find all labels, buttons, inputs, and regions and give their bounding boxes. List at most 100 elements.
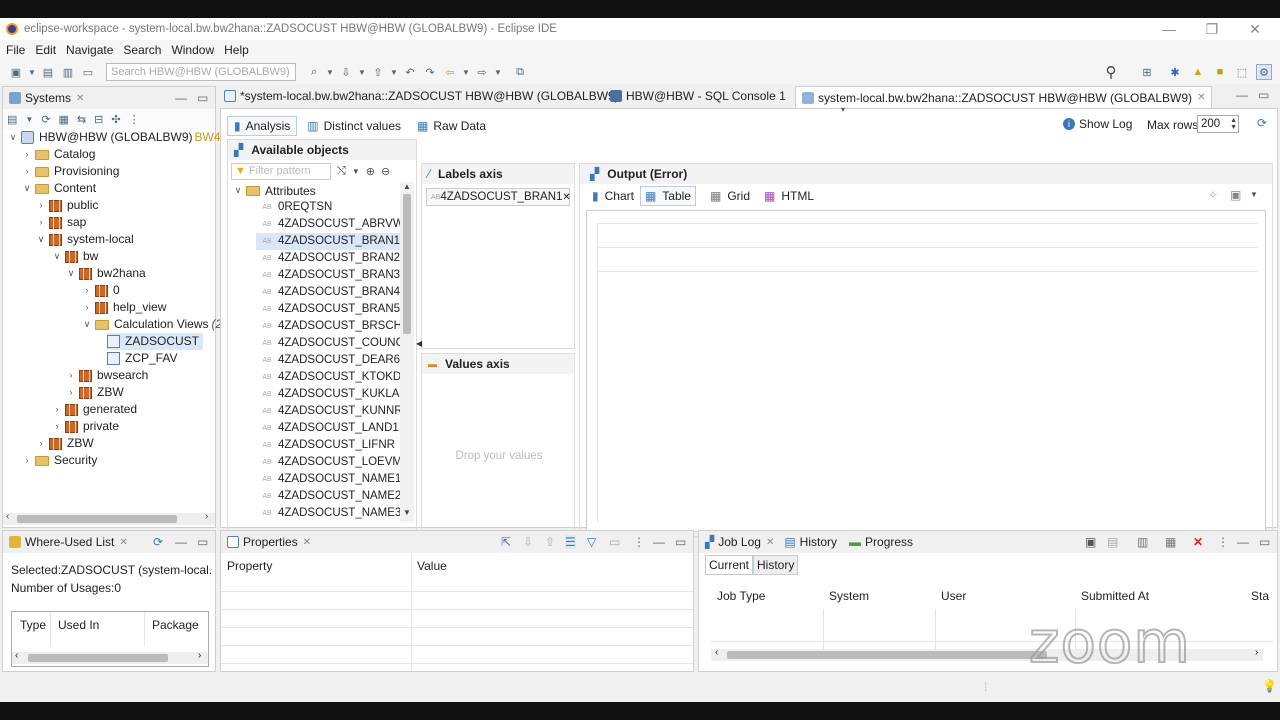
attribute-item[interactable]: AB 0REQTSN xyxy=(256,199,332,216)
col-submitted-at[interactable]: Submitted At xyxy=(1081,589,1149,603)
forward-edit-icon[interactable]: ↷ xyxy=(422,64,438,80)
close-icon[interactable]: ✕ xyxy=(766,537,774,548)
close-icon[interactable]: ✕ xyxy=(303,537,311,548)
col-job-type[interactable]: Job Type xyxy=(717,589,765,603)
col-used-in[interactable]: Used In xyxy=(58,618,99,632)
tree-node[interactable]: › generated xyxy=(51,401,138,418)
menu-edit[interactable]: Edit xyxy=(35,43,56,57)
col-package[interactable]: Package xyxy=(152,618,199,632)
properties-tab[interactable]: Properties ✕ ⇱ ⇩ ⇧ ☰ ▽ ▭ ⋮ — ▭ xyxy=(221,531,693,553)
filter-input[interactable]: ▼ Filter pattern xyxy=(231,162,331,180)
tree-node[interactable]: › private xyxy=(51,418,120,435)
attribute-item[interactable]: AB 4ZADSOCUST_KUNNR xyxy=(256,403,402,420)
minimize-icon[interactable]: — xyxy=(1154,18,1184,40)
refresh-icon[interactable]: ⟳ xyxy=(1257,116,1267,130)
scroll-right-icon[interactable]: › xyxy=(198,650,201,661)
scroll-right-icon[interactable]: › xyxy=(1255,647,1258,658)
tab-html[interactable]: ▦ HTML xyxy=(760,187,818,205)
labels-axis-chip[interactable]: AB 4ZADSOCUST_BRAN1 ✕ xyxy=(426,188,571,206)
remove-icon[interactable]: ✕ xyxy=(562,192,570,203)
attribute-item[interactable]: AB 4ZADSOCUST_DEAR6 xyxy=(256,352,400,369)
tab-raw-data[interactable]: ▦ Raw Data xyxy=(411,117,492,135)
forward-icon[interactable]: ⇨ xyxy=(474,64,490,80)
new-icon[interactable]: ▣ xyxy=(8,64,24,80)
editor-tab-active[interactable]: system-local.bw.bw2hana::ZADSOCUST HBW@H… xyxy=(795,86,1213,108)
attributes-group[interactable]: ∨ Attributes xyxy=(232,182,316,199)
sap-hana-icon[interactable]: ▲ xyxy=(1190,64,1206,80)
dropdown-icon[interactable]: ▼ xyxy=(358,64,366,80)
menu-window[interactable]: Window xyxy=(171,43,214,57)
dropdown-icon[interactable]: ▼ xyxy=(390,64,398,80)
refresh-icon[interactable]: ⟳ xyxy=(153,535,163,549)
pin-icon[interactable]: ✧ xyxy=(1208,188,1218,202)
minimize-icon[interactable]: — xyxy=(1237,535,1249,549)
scroll-left-icon[interactable]: ‹ xyxy=(15,650,18,661)
tree-node[interactable]: › 0 xyxy=(81,282,120,299)
tree-node[interactable]: › ZBW xyxy=(65,384,124,401)
filter-icon[interactable]: ▽ xyxy=(587,535,596,549)
tip-icon[interactable]: 💡 xyxy=(1262,679,1277,693)
tree-node[interactable]: › help_view xyxy=(81,299,167,316)
menu-file[interactable]: File xyxy=(6,43,25,57)
minimize-icon[interactable]: — xyxy=(653,535,665,549)
tree-node[interactable]: ∨ system-local xyxy=(35,231,134,248)
tree-node[interactable]: › Catalog xyxy=(21,146,96,163)
show-log-button[interactable]: i Show Log xyxy=(1063,117,1132,131)
up-icon[interactable]: ⇧ xyxy=(545,535,555,549)
subtab-history[interactable]: History xyxy=(753,555,799,575)
maximize-icon[interactable]: ▭ xyxy=(1259,535,1270,549)
restore-icon[interactable]: ❐ xyxy=(1197,18,1227,40)
pin-icon[interactable]: ⇱ xyxy=(501,535,511,549)
prev-annotation-icon[interactable]: ⇧ xyxy=(370,64,386,80)
dropdown-icon[interactable]: ▼ xyxy=(25,115,33,124)
tree-node[interactable]: ∨ bw2hana xyxy=(65,265,146,282)
where-used-tab[interactable]: Where-Used List ✕ ⟳ — ▭ xyxy=(3,531,215,553)
dropdown-icon[interactable]: ▼ xyxy=(494,64,502,80)
maximize-icon[interactable]: ▭ xyxy=(197,91,208,105)
attribute-item[interactable]: AB 4ZADSOCUST_NAME1 xyxy=(256,471,401,488)
scrollbar-thumb[interactable] xyxy=(403,194,411,334)
advanced-icon[interactable]: ▭ xyxy=(609,535,620,549)
next-annotation-icon[interactable]: ⇩ xyxy=(338,64,354,80)
close-icon[interactable]: ✕ xyxy=(1240,18,1270,40)
attribute-item[interactable]: AB 4ZADSOCUST_ABRVW xyxy=(256,216,403,233)
tree-node[interactable]: ∨ bw xyxy=(51,248,99,265)
settings-icon[interactable]: ✣ xyxy=(111,113,120,126)
dropdown-icon[interactable]: ▼ xyxy=(1250,190,1258,199)
systems-tab[interactable]: Systems ✕ — ▭ xyxy=(3,87,215,109)
collapse-all-icon[interactable]: ⊖ xyxy=(381,165,390,178)
tree-node[interactable]: › bwsearch xyxy=(65,367,149,384)
tree-node[interactable]: › sap xyxy=(35,214,87,231)
tree-node[interactable]: ∨ Content xyxy=(21,180,96,197)
add-system-icon[interactable]: ▤ xyxy=(7,113,17,126)
col-status[interactable]: Sta xyxy=(1251,589,1269,603)
link-icon[interactable]: ⇆ xyxy=(77,113,86,126)
clear-icon[interactable]: ▤ xyxy=(1107,535,1118,549)
view-menu-icon[interactable]: ⋮ xyxy=(1217,535,1229,549)
tree-node[interactable]: ∨ Calculation Views (2) xyxy=(81,316,226,333)
toolbar-search-input[interactable]: Search HBW@HBW (GLOBALBW9) xyxy=(106,63,296,81)
filter-icon[interactable]: ▦ xyxy=(59,113,69,126)
sort-icon[interactable]: ⤭ xyxy=(337,165,346,178)
editor-tab[interactable]: *system-local.bw.bw2hana::ZADSOCUST HBW@… xyxy=(224,89,619,103)
console-icon[interactable]: ▭ xyxy=(80,64,96,80)
scroll-left-icon[interactable]: ‹ xyxy=(6,511,9,522)
bw-modeling-icon[interactable]: ✱ xyxy=(1167,64,1183,80)
scrollbar-thumb[interactable] xyxy=(28,654,168,662)
tree-node-selected[interactable]: ZADSOCUST xyxy=(107,333,204,350)
save-all-icon[interactable]: ▥ xyxy=(60,64,76,80)
dropdown-icon[interactable]: ▼ xyxy=(462,64,470,80)
tree-node[interactable]: ∨ HBW@HBW (GLOBALBW9) BW4HAI xyxy=(7,129,241,146)
attribute-item-selected[interactable]: AB 4ZADSOCUST_BRAN1 xyxy=(256,233,404,250)
collapse-icon[interactable]: ⊟ xyxy=(94,113,103,126)
perspective-icon[interactable]: ⊞ xyxy=(1139,64,1155,80)
tab-distinct-values[interactable]: ▥ Distinct values xyxy=(301,117,407,135)
tab-analysis[interactable]: ▮ Analysis xyxy=(227,116,298,136)
col-value[interactable]: Value xyxy=(417,559,447,573)
expand-all-icon[interactable]: ⊕ xyxy=(366,165,375,178)
copy-icon[interactable]: ▣ xyxy=(1085,535,1096,549)
categories-icon[interactable]: ☰ xyxy=(565,535,576,549)
splitter-handle-icon[interactable]: ▾ xyxy=(841,105,845,114)
editor-tab[interactable]: HBW@HBW - SQL Console 1 xyxy=(610,89,786,103)
col-property[interactable]: Property xyxy=(227,559,272,573)
